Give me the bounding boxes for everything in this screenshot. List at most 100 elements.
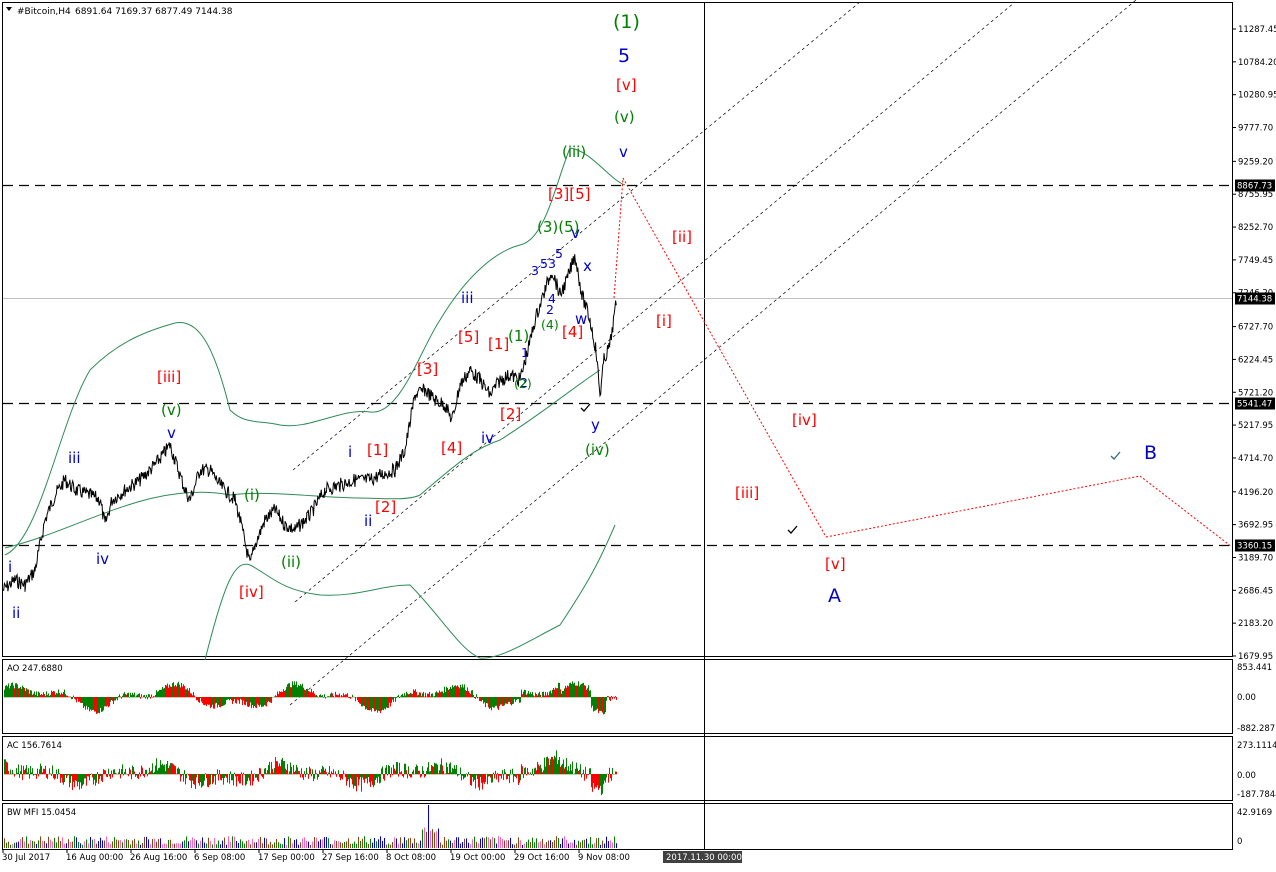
mfi-bar <box>42 841 43 848</box>
histogram-bar <box>41 766 42 774</box>
histogram-bar <box>519 697 520 703</box>
histogram-bar <box>178 767 179 774</box>
histogram-bar <box>418 695 419 698</box>
mfi-bar <box>472 839 473 848</box>
histogram-bar <box>613 697 614 698</box>
wave-label: 2 <box>546 302 554 317</box>
histogram-bar <box>572 681 573 697</box>
histogram-bar <box>193 692 194 697</box>
histogram-bar <box>188 774 189 775</box>
histogram-bar <box>334 774 335 775</box>
histogram-bar <box>407 693 408 697</box>
trading-chart[interactable]: (1)5[v](v)v(iii)[3][5](3)(5)v3535x[ii](4… <box>0 0 1276 868</box>
histogram-bar <box>335 692 336 697</box>
histogram-bar <box>560 689 561 697</box>
mfi-bar <box>10 845 11 848</box>
histogram-bar <box>584 685 585 697</box>
histogram-bar <box>376 697 377 710</box>
histogram-bar <box>250 697 251 702</box>
histogram-bar <box>220 697 221 707</box>
histogram-bar <box>160 690 161 697</box>
histogram-bar <box>167 761 168 774</box>
histogram-bar <box>92 697 93 710</box>
histogram-bar <box>229 774 230 784</box>
histogram-bar <box>613 774 614 775</box>
histogram-bar <box>55 694 56 697</box>
mfi-bar <box>100 838 101 848</box>
histogram-bar <box>585 767 586 774</box>
histogram-bar <box>131 774 132 779</box>
histogram-bar <box>390 697 391 706</box>
mfi-bar <box>258 839 259 848</box>
mfi-bar <box>286 845 287 848</box>
histogram-bar <box>599 774 600 788</box>
mfi-bar <box>574 840 575 848</box>
mfi-bar <box>308 842 309 848</box>
chart-canvas[interactable]: (1)5[v](v)v(iii)[3][5](3)(5)v3535x[ii](4… <box>0 0 1276 868</box>
histogram-bar <box>529 774 530 775</box>
histogram-bar <box>588 774 589 775</box>
histogram-bar <box>401 771 402 774</box>
histogram-bar <box>5 759 6 774</box>
histogram-bar <box>188 691 189 698</box>
mfi-bar <box>534 842 535 848</box>
histogram-bar <box>120 774 121 778</box>
histogram-bar <box>347 774 348 781</box>
histogram-bar <box>103 769 104 774</box>
histogram-bar <box>332 693 333 697</box>
mfi-bar <box>228 836 229 848</box>
histogram-bar <box>72 697 73 699</box>
histogram-bar <box>533 695 534 697</box>
histogram-bar <box>54 774 55 780</box>
time-cursor-tag: 2017.11.30 00:00 <box>663 851 742 863</box>
histogram-bar <box>531 774 532 775</box>
histogram-bar <box>502 697 503 706</box>
histogram-bar <box>264 769 265 775</box>
mfi-bar <box>252 839 253 848</box>
histogram-bar <box>409 774 410 776</box>
mfi-bar <box>312 842 313 848</box>
histogram-bar <box>113 697 114 704</box>
wave-label: [2] <box>500 405 521 423</box>
histogram-bar <box>233 697 234 701</box>
histogram-bar <box>587 774 588 775</box>
histogram-bar <box>585 686 586 697</box>
mfi-bar <box>606 837 607 848</box>
histogram-bar <box>86 774 87 786</box>
histogram-bar <box>556 688 557 697</box>
histogram-bar <box>241 697 242 700</box>
histogram-bar <box>465 690 466 697</box>
histogram-bar <box>57 694 58 698</box>
histogram-bar <box>151 771 152 775</box>
histogram-bar <box>537 762 538 774</box>
mfi-bar <box>452 843 453 848</box>
histogram-bar <box>132 766 133 775</box>
histogram-bar <box>214 774 215 776</box>
histogram-bar <box>405 695 406 697</box>
histogram-bar <box>602 774 603 794</box>
histogram-bar <box>183 684 184 697</box>
mfi-bar <box>484 838 485 848</box>
histogram-bar <box>252 774 253 786</box>
histogram-bar <box>586 690 587 698</box>
histogram-bar <box>452 768 453 774</box>
mfi-bar <box>204 843 205 848</box>
histogram-bar <box>482 697 483 700</box>
histogram-bar <box>551 693 552 697</box>
histogram-bar <box>195 774 196 789</box>
mfi-bar <box>552 842 553 848</box>
histogram-bar <box>375 774 376 780</box>
histogram-bar <box>362 774 363 777</box>
histogram-bar <box>122 764 123 774</box>
wave-label: B <box>1144 442 1157 464</box>
histogram-bar <box>310 692 311 697</box>
histogram-bar <box>81 774 82 789</box>
mfi-bar <box>176 843 177 848</box>
mfi-bar <box>134 839 135 848</box>
histogram-bar <box>577 768 578 774</box>
histogram-bar <box>33 774 34 776</box>
histogram-bar <box>173 682 174 697</box>
mfi-bar <box>18 842 19 848</box>
histogram-bar <box>242 697 243 705</box>
histogram-bar <box>110 774 111 779</box>
